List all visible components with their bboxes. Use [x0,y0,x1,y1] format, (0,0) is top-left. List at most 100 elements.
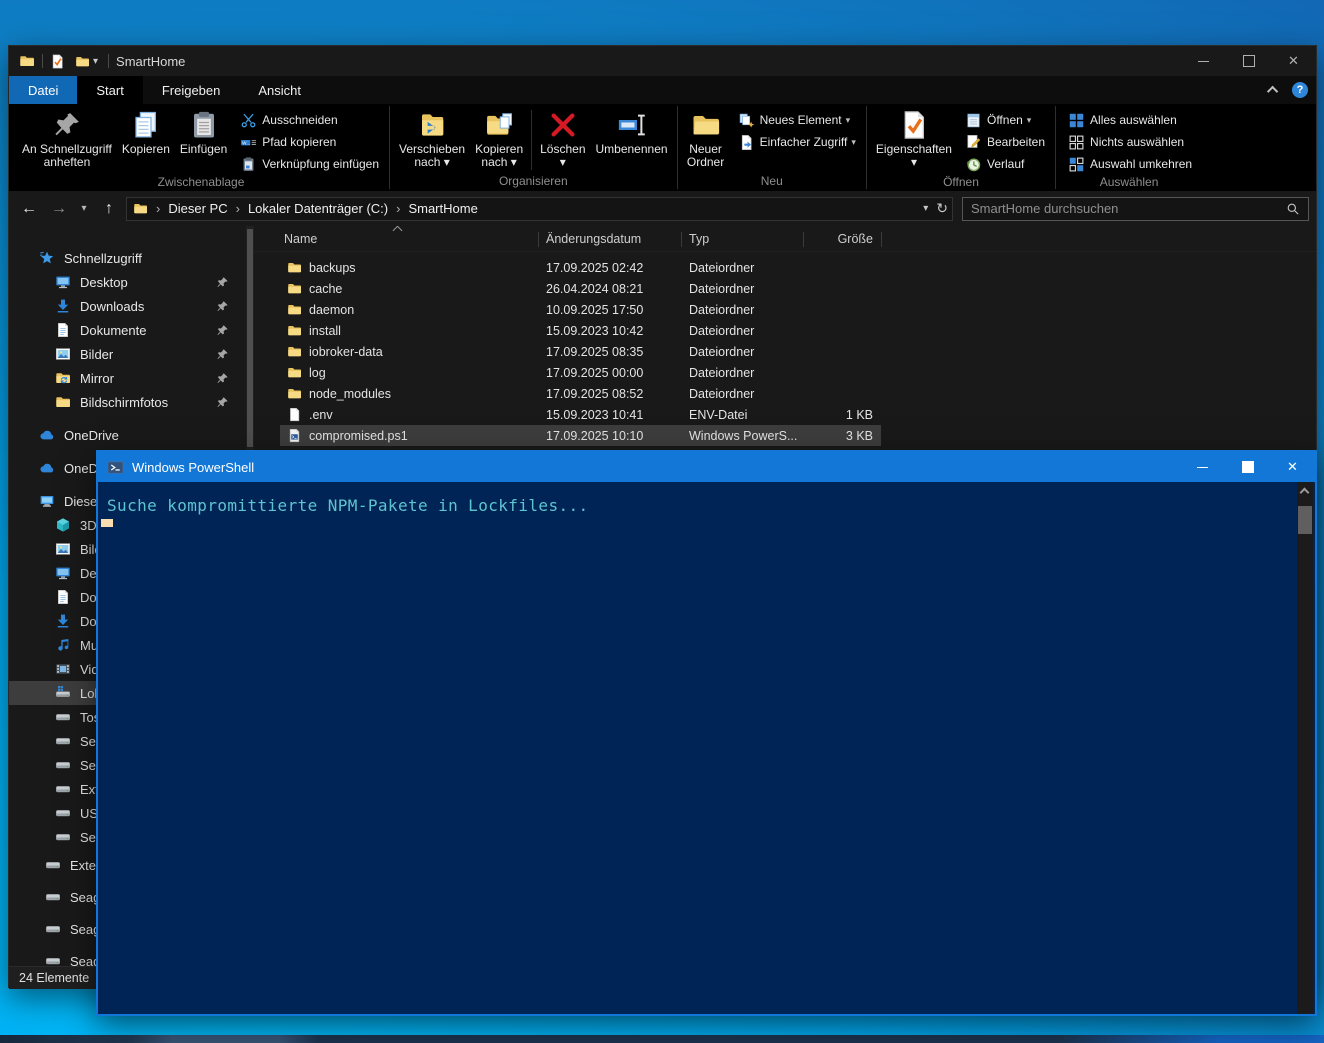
file-row-backups[interactable]: backups17.09.2025 02:42Dateiordner [280,257,881,278]
file-name: node_modules [309,387,391,401]
breadcrumb-item-dieser-pc[interactable]: Dieser PC [168,201,227,216]
ribbon-button-alles-ausw-hlen[interactable]: Alles auswählen [1064,109,1196,131]
refresh-icon[interactable]: ↻ [936,200,948,217]
file-row-install[interactable]: install15.09.2023 10:42Dateiordner [280,320,881,341]
file-row-cache[interactable]: cache26.04.2024 08:21Dateiordner [280,278,881,299]
button-label: Verschiebennach ▾ [399,143,465,169]
file-type: Dateiordner [681,282,803,296]
back-button[interactable]: ← [16,197,42,221]
ribbon-button-verschieben-nach[interactable]: Verschiebennach ▾ [394,106,470,169]
ps-maximize-button[interactable] [1225,452,1270,482]
tab-ansicht[interactable]: Ansicht [239,76,320,104]
ribbon-button-nichts-ausw-hlen[interactable]: Nichts auswählen [1064,131,1196,153]
breadcrumb[interactable]: ›Dieser PC›Lokaler Datenträger (C:)›Smar… [126,197,953,221]
sidebar-item-bilder[interactable]: Bilder [9,342,246,366]
ribbon-button-pfad-kopieren[interactable]: W...Pfad kopieren [236,131,383,153]
folder-icon [287,302,302,317]
recent-locations-chevron-icon[interactable]: ▾ [76,197,92,221]
monitor-icon [55,565,71,581]
file-row-node-modules[interactable]: node_modules17.09.2025 08:52Dateiordner [280,383,881,404]
sidebar-item-dokumente[interactable]: Dokumente [9,318,246,342]
ribbon-button-verlauf[interactable]: Verlauf [961,153,1049,175]
console-output[interactable]: Suche kompromittierte NPM-Pakete in Lock… [100,482,1313,1014]
sidebar-item-desktop[interactable]: Desktop [9,270,246,294]
console-cursor [101,519,113,527]
ribbon-group-label: Öffnen [871,175,1051,191]
file-name: .env [309,408,333,422]
button-label: Einfügen [180,143,227,156]
ribbon-button-eigenschaften[interactable]: Eigenschaften▾ [871,106,957,169]
tab-start[interactable]: Start [77,76,142,104]
ribbon-button-an-schnellzugriff-anheften[interactable]: An Schnellzugriffanheften [17,106,117,169]
scroll-up-icon[interactable] [1300,488,1310,498]
file-name-cell: .env [280,407,538,422]
ribbon-button-ffnen[interactable]: Öffnen▾ [961,109,1049,131]
column-separator[interactable] [803,232,804,247]
ribbon-button-l-schen[interactable]: Löschen▾ [535,106,590,169]
column-header-typ[interactable]: Typ [681,232,803,246]
disk-icon [45,953,61,966]
column-separator[interactable] [681,232,682,247]
column-header-gr-e[interactable]: Größe [803,232,881,246]
sidebar-item-schnellzugriff[interactable]: Schnellzugriff [9,246,246,270]
taskbar[interactable] [0,1035,1324,1043]
ribbon-button-umbenennen[interactable]: Umbenennen [591,106,673,156]
app-folder-icon [19,53,35,69]
column-separator[interactable] [538,232,539,247]
file-row-iobroker-data[interactable]: iobroker-data17.09.2025 08:35Dateiordner [280,341,881,362]
ribbon-button-neues-element[interactable]: Neues Element▾ [734,109,860,131]
file-row-env[interactable]: .env15.09.2023 10:41ENV-Datei1 KB [280,404,881,425]
sidebar-item-downloads[interactable]: Downloads [9,294,246,318]
file-row-daemon[interactable]: daemon10.09.2025 17:50Dateiordner [280,299,881,320]
folder-icon [287,260,302,275]
address-dropdown-chevron-icon[interactable]: ▾ [923,203,928,214]
ps-minimize-button[interactable] [1180,452,1225,482]
button-label: Verlauf [987,157,1024,171]
column-separator[interactable] [881,232,882,247]
qat-properties-icon[interactable] [50,54,65,69]
tab-freigeben[interactable]: Freigeben [143,76,240,104]
folder-icon [287,386,302,401]
tab-datei[interactable]: Datei [9,76,77,104]
scrollbar-thumb[interactable] [1298,506,1312,534]
ribbon-button-einfacher-zugriff[interactable]: Einfacher Zugriff▾ [734,131,860,153]
sidebar-item-mirror[interactable]: Mirror [9,366,246,390]
file-name-cell: cache [280,281,538,296]
qat-customize-chevron-icon[interactable]: ▾ [93,56,98,67]
column-header-nderungsdatum[interactable]: Änderungsdatum [538,232,681,246]
maximize-button[interactable] [1226,46,1271,76]
cloud-icon [39,427,55,443]
ribbon-button-einf-gen[interactable]: Einfügen [175,106,232,156]
file-type: Dateiordner [681,345,803,359]
disk-icon [45,889,61,905]
breadcrumb-item-smarthome[interactable]: SmartHome [408,201,477,216]
console-scrollbar[interactable] [1297,482,1313,1014]
collapse-ribbon-icon[interactable] [1267,86,1278,97]
group-inner-separator [531,110,532,170]
ribbon-button-kopieren[interactable]: Kopieren [117,106,175,156]
file-row-compromised-ps1[interactable]: compromised.ps117.09.2025 10:10Windows P… [280,425,881,446]
disk-icon [55,829,71,845]
doc-icon [55,322,71,338]
file-row-log[interactable]: log17.09.2025 00:00Dateiordner [280,362,881,383]
breadcrumb-item-lokaler-datentr-ger-c[interactable]: Lokaler Datenträger (C:) [248,201,388,216]
close-button[interactable]: ✕ [1271,46,1316,76]
sidebar-item-bildschirmfotos[interactable]: Bildschirmfotos [9,390,246,414]
forward-button[interactable]: → [46,197,72,221]
ribbon-button-ausschneiden[interactable]: Ausschneiden [236,109,383,131]
help-icon[interactable]: ? [1292,82,1308,98]
sidebar-item-onedrive[interactable]: OneDrive [9,423,246,447]
ribbon-button-auswahl-umkehren[interactable]: Auswahl umkehren [1064,153,1196,175]
ribbon-button-bearbeiten[interactable]: Bearbeiten [961,131,1049,153]
search-input[interactable] [963,201,1286,216]
ribbon-button-neuer-ordner[interactable]: NeuerOrdner [682,106,730,169]
select-all-icon [1068,112,1085,129]
ribbon-button-kopieren-nach[interactable]: Kopierennach ▾ [470,106,528,169]
desktop: { "explorer": { "title": "SmartHome", "t… [0,0,1324,1043]
minimize-button[interactable] [1181,46,1226,76]
up-button[interactable]: ↑ [96,197,122,221]
ribbon-button-verkn-pfung-einf-gen[interactable]: Verknüpfung einfügen [236,153,383,175]
ps-close-button[interactable]: ✕ [1270,452,1315,482]
qat-new-folder-icon[interactable] [75,54,90,69]
sidebar-item-label: OneDrive [64,428,119,443]
